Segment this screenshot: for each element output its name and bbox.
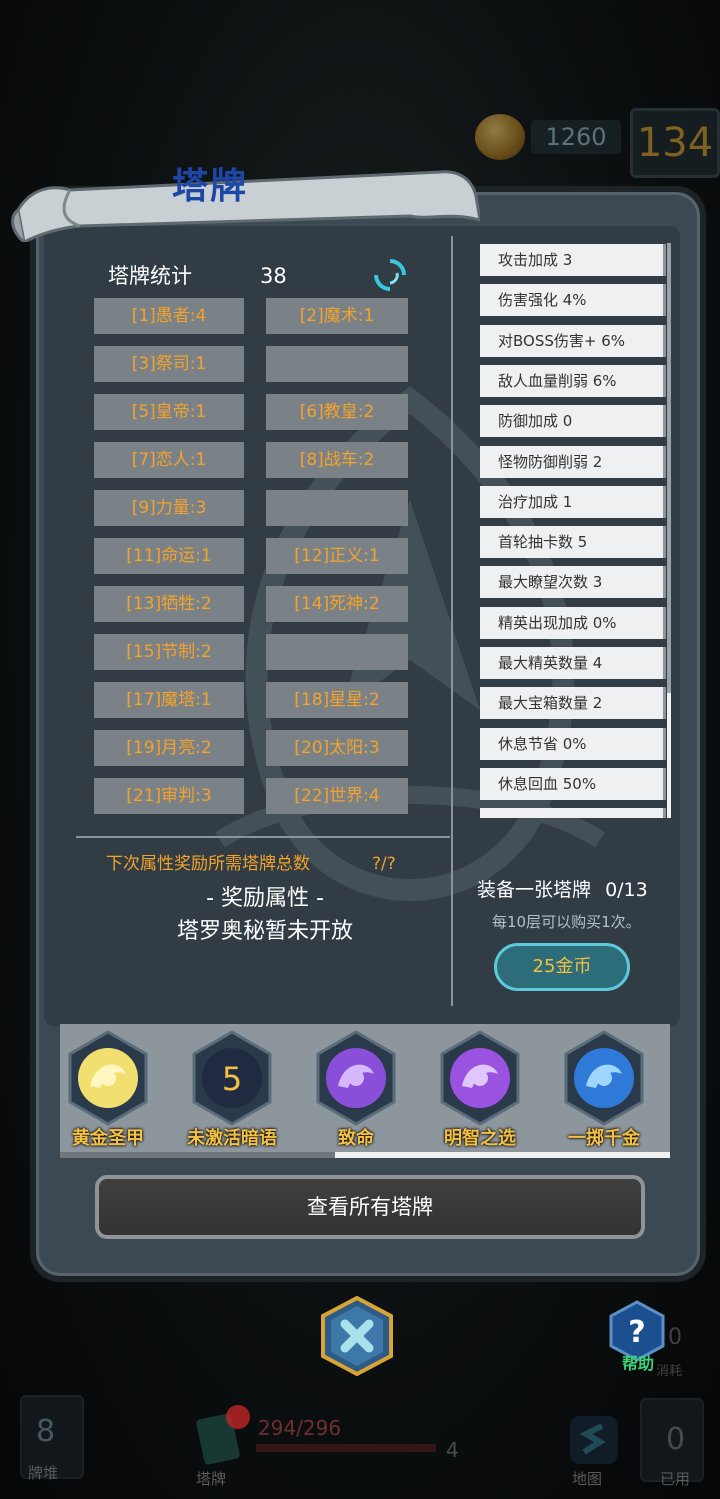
card-stat-empty	[266, 490, 408, 526]
attribute-item: 首轮抽卡数 5	[480, 526, 666, 559]
skill-1[interactable]: 黄金圣甲	[60, 1030, 170, 1154]
hp-text: 294/296	[258, 1416, 342, 1440]
attribute-scrollbar-thumb[interactable]	[667, 243, 671, 693]
used-label: 已用	[660, 1470, 691, 1488]
deck-label: 牌堆	[28, 1464, 59, 1482]
card-stat-cell: [21]审判:3	[94, 778, 244, 814]
close-button[interactable]	[317, 1296, 397, 1376]
buy-card-button[interactable]: 25金币	[494, 943, 630, 991]
refresh-icon[interactable]	[373, 258, 407, 292]
floor-counter: 134	[630, 108, 720, 178]
skill-2[interactable]: 5 未激活暗语	[170, 1030, 294, 1154]
card-stat-cell: [7]恋人:1	[94, 442, 244, 478]
blue-lightning-icon	[564, 1030, 644, 1126]
attribute-item: 治疗加成 1	[480, 485, 666, 518]
equip-label: 装备一张塔牌 0/13	[477, 875, 657, 905]
view-all-cards-button[interactable]: 查看所有塔牌	[95, 1175, 645, 1239]
equip-count: 0/13	[605, 879, 648, 901]
equip-label-text: 装备一张塔牌	[477, 879, 592, 901]
skill-label: 明智之选	[444, 1128, 516, 1149]
consume-count: 0	[668, 1325, 682, 1350]
attribute-item: 对BOSS伤害+ 6%	[480, 324, 666, 357]
skill-4[interactable]: 明智之选	[418, 1030, 542, 1154]
notification-dot	[226, 1405, 250, 1429]
card-stat-empty	[266, 634, 408, 670]
card-stat-cell: [17]魔塔:1	[94, 682, 244, 718]
coin-counter: 1260	[475, 112, 625, 162]
coin-icon	[475, 114, 525, 160]
buy-note: 每10层可以购买1次。	[492, 913, 641, 931]
attribute-item-partial	[480, 808, 666, 818]
card-stat-cell: [1]愚者:4	[94, 298, 244, 334]
skill-label: 黄金圣甲	[72, 1128, 144, 1149]
map-nav-label: 地图	[572, 1470, 603, 1488]
stats-title: 塔牌统计	[108, 264, 192, 288]
skill-label: 致命	[338, 1128, 374, 1149]
purple-eye-icon	[316, 1030, 396, 1126]
golden-swirl-icon	[68, 1030, 148, 1126]
attribute-item: 伤害强化 4%	[480, 284, 666, 317]
attribute-item: 最大宝箱数量 2	[480, 687, 666, 720]
attribute-item: 攻击加成 3	[480, 244, 666, 276]
skill-5[interactable]: 一掷千金	[542, 1030, 666, 1154]
card-stat-cell: [6]教皇:2	[266, 394, 408, 430]
reward-attribute-heading: - 奖励属性 -	[206, 886, 324, 911]
next-reward-value: ?/?	[372, 854, 396, 874]
skill-bar[interactable]: 黄金圣甲 5 未激活暗语 致命 明智之选 一掷千金	[60, 1024, 670, 1158]
used-count: 0	[666, 1422, 686, 1457]
reward-closed-text: 塔罗奥秘暂未开放	[176, 919, 353, 944]
card-stat-cell: [5]皇帝:1	[94, 394, 244, 430]
attribute-list[interactable]: 攻击加成 3 伤害强化 4% 对BOSS伤害+ 6% 敌人血量削弱 6% 防御加成 0 怪…	[480, 243, 674, 818]
skill-label: 未激活暗语	[187, 1128, 277, 1149]
skill-label: 一掷千金	[568, 1128, 640, 1149]
attribute-item: 精英出现加成 0%	[480, 606, 666, 639]
tarot-nav-label: 塔牌	[196, 1470, 227, 1488]
skill-scrollbar-thumb[interactable]	[60, 1152, 335, 1158]
consume-label: 消耗	[656, 1364, 683, 1379]
skill-3[interactable]: 致命	[294, 1030, 418, 1154]
deck-count: 8	[36, 1414, 56, 1449]
card-stat-cell: [20]太阳:3	[266, 730, 408, 766]
card-stat-cell: [3]祭司:1	[94, 346, 244, 382]
card-stat-cell: [9]力量:3	[94, 490, 244, 526]
card-stat-cell: [11]命运:1	[94, 538, 244, 574]
card-stat-cell: [14]死神:2	[266, 586, 408, 622]
next-reward-label: 下次属性奖励所需塔牌总数	[106, 854, 310, 874]
horizontal-divider	[76, 836, 450, 838]
card-stat-cell: [12]正义:1	[266, 538, 408, 574]
card-stat-cell: [19]月亮:2	[94, 730, 244, 766]
attribute-item: 休息节省 0%	[480, 727, 666, 760]
card-stat-cell: [13]牺牲:2	[94, 586, 244, 622]
panel-title: 塔牌	[171, 166, 248, 207]
card-stat-cell: [18]星星:2	[266, 682, 408, 718]
hp-bar	[256, 1444, 436, 1452]
vertical-divider	[451, 236, 453, 1006]
card-stat-cell: [22]世界:4	[266, 778, 408, 814]
shield-value: 4	[446, 1438, 459, 1462]
card-stat-cell: [8]战车:2	[266, 442, 408, 478]
purple-flame-icon	[440, 1030, 520, 1126]
card-stat-empty	[266, 346, 408, 382]
card-stat-cell: [15]节制:2	[94, 634, 244, 670]
question-icon: ?	[628, 1315, 645, 1350]
attribute-item: 敌人血量削弱 6%	[480, 364, 666, 397]
coin-value: 1260	[531, 120, 621, 154]
map-nav-icon[interactable]	[566, 1412, 622, 1468]
stats-total: 38	[260, 264, 287, 288]
attribute-item: 防御加成 0	[480, 405, 666, 438]
svg-text:5: 5	[222, 1060, 242, 1098]
attribute-item: 休息回血 50%	[480, 767, 666, 800]
number-5-icon: 5	[192, 1030, 272, 1126]
attribute-item: 最大瞭望次数 3	[480, 566, 666, 599]
attribute-item: 怪物防御削弱 2	[480, 445, 666, 478]
card-stat-cell: [2]魔术:1	[266, 298, 408, 334]
attribute-item: 最大精英数量 4	[480, 647, 666, 679]
